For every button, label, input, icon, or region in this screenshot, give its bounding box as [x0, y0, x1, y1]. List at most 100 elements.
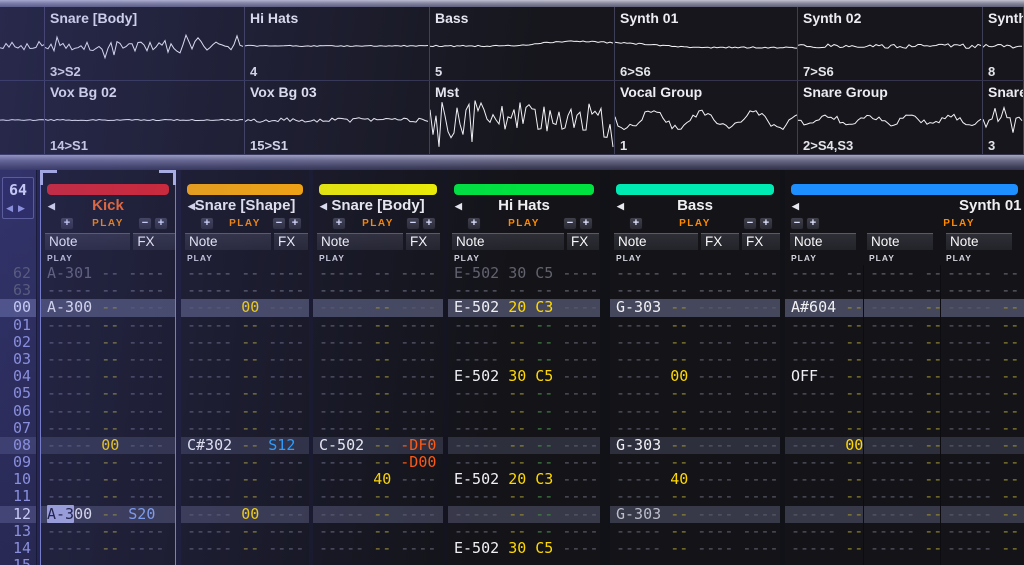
- pattern-row-10[interactable]: E-502 20 C3 ----: [448, 471, 600, 488]
- pattern-nav-right-icon[interactable]: ▶: [18, 203, 30, 213]
- note-column-header[interactable]: Note: [45, 233, 130, 250]
- pattern-row-62[interactable]: ----- --: [941, 265, 1024, 282]
- plus-column-button[interactable]: +: [422, 217, 436, 230]
- note-column-header[interactable]: Note: [317, 233, 403, 250]
- track-title[interactable]: Snare [Shape]: [195, 197, 296, 214]
- collapse-track-icon[interactable]: ◀: [188, 201, 195, 212]
- track-title[interactable]: Snare [Body]: [331, 197, 424, 214]
- pattern-row-13[interactable]: ----- --: [785, 523, 863, 540]
- pattern-row-08[interactable]: C#302 -- S12: [181, 437, 309, 454]
- pattern-row-05[interactable]: ----- -- -- ----: [448, 385, 600, 402]
- pattern-row-05[interactable]: ----- -- ----: [181, 385, 309, 402]
- pattern-row-03[interactable]: ----- --: [941, 351, 1024, 368]
- minus-column-button[interactable]: −: [272, 217, 286, 230]
- pattern-row-09[interactable]: ----- --: [941, 454, 1024, 471]
- pattern-row-63[interactable]: ----- -- ----: [313, 282, 443, 299]
- scope-panel-partial-0-0[interactable]: [0, 7, 45, 80]
- pattern-row-14[interactable]: ----- --: [864, 540, 940, 557]
- track-play-button[interactable]: PLAY: [362, 218, 394, 229]
- pattern-row-09[interactable]: ----- -- ---- ----: [610, 454, 780, 471]
- pattern-row-04[interactable]: E-502 30 C5 ----: [448, 368, 600, 385]
- pattern-row-09[interactable]: ----- --: [785, 454, 863, 471]
- pattern-row-11[interactable]: ----- -- ----: [313, 488, 443, 505]
- pattern-row-12[interactable]: ----- --: [941, 506, 1024, 523]
- pattern-row-14[interactable]: E-502 30 C5 ----: [448, 540, 600, 557]
- pattern-row-15[interactable]: ----- -- -- ----: [448, 557, 600, 565]
- pattern-row-00[interactable]: A#604 --: [785, 299, 863, 316]
- line-number-02[interactable]: 02: [0, 334, 36, 351]
- pattern-row-08[interactable]: ----- --: [864, 437, 940, 454]
- pattern-row-15[interactable]: ----- -- ---- ----: [610, 557, 780, 565]
- pattern-row-03[interactable]: ----- -- -- ----: [448, 351, 600, 368]
- pattern-row-03[interactable]: ----- -- ----: [181, 351, 309, 368]
- line-number-00[interactable]: 00: [0, 299, 36, 316]
- pattern-nav-left-icon[interactable]: ◀: [6, 203, 18, 213]
- pattern-row-05[interactable]: ----- --: [785, 385, 863, 402]
- pattern-row-62[interactable]: ----- --: [864, 265, 940, 282]
- pattern-row-63[interactable]: ----- -- ----: [181, 282, 309, 299]
- plus-column-button[interactable]: +: [200, 217, 214, 230]
- pattern-row-14[interactable]: ----- -- ----: [41, 540, 175, 557]
- pattern-row-14[interactable]: ----- -- ---- ----: [610, 540, 780, 557]
- pattern-row-03[interactable]: ----- -- ---- ----: [610, 351, 780, 368]
- line-number-05[interactable]: 05: [0, 385, 36, 402]
- pattern-length-box[interactable]: 64 ◀▶: [2, 177, 34, 219]
- line-number-10[interactable]: 10: [0, 471, 36, 488]
- scope-panel-bass[interactable]: Bass5: [430, 7, 615, 80]
- pattern-row-15[interactable]: ----- --: [785, 557, 863, 565]
- pattern-row-07[interactable]: ----- --: [941, 420, 1024, 437]
- pattern-row-11[interactable]: ----- --: [864, 488, 940, 505]
- fx-column-header[interactable]: FX: [701, 233, 739, 250]
- scope-panel-synth[interactable]: Synth8: [983, 7, 1024, 80]
- scope-panel-snare-group[interactable]: Snare Group2>S4,S3: [798, 81, 983, 154]
- pattern-row-13[interactable]: ----- -- ----: [41, 523, 175, 540]
- pattern-row-10[interactable]: ----- -- ----: [181, 471, 309, 488]
- pattern-row-08[interactable]: ----- 00 ----: [41, 437, 175, 454]
- line-number-63[interactable]: 63: [0, 282, 36, 299]
- scope-panel-mst[interactable]: Mst: [430, 81, 615, 154]
- pattern-row-01[interactable]: ----- -- ----: [181, 317, 309, 334]
- pattern-row-02[interactable]: ----- -- -- ----: [448, 334, 600, 351]
- pattern-row-05[interactable]: ----- --: [864, 385, 940, 402]
- line-number-04[interactable]: 04: [0, 368, 36, 385]
- pattern-row-63[interactable]: ----- --: [785, 282, 863, 299]
- track-play-button[interactable]: PLAY: [508, 218, 540, 229]
- pattern-row-13[interactable]: ----- -- -- ----: [448, 523, 600, 540]
- pattern-row-11[interactable]: ----- -- ---- ----: [610, 488, 780, 505]
- pattern-row-63[interactable]: ----- -- -- ----: [448, 282, 600, 299]
- pattern-row-12[interactable]: ----- -- ----: [313, 506, 443, 523]
- track-color-bar[interactable]: [319, 184, 437, 195]
- pattern-row-13[interactable]: ----- --: [941, 523, 1024, 540]
- pattern-row-12[interactable]: ----- --: [864, 506, 940, 523]
- pattern-row-01[interactable]: ----- --: [864, 317, 940, 334]
- pattern-row-08[interactable]: C-502 -- -DF0: [313, 437, 443, 454]
- plus-column-button[interactable]: +: [579, 217, 593, 230]
- pattern-row-07[interactable]: ----- -- ----: [41, 420, 175, 437]
- plus-column-button[interactable]: +: [60, 217, 74, 230]
- pattern-row-01[interactable]: ----- -- -- ----: [448, 317, 600, 334]
- pattern-row-09[interactable]: ----- -- ----: [41, 454, 175, 471]
- line-number-09[interactable]: 09: [0, 454, 36, 471]
- pattern-row-00[interactable]: E-502 20 C3 ----: [448, 299, 600, 316]
- pattern-row-00[interactable]: ----- --: [941, 299, 1024, 316]
- pattern-row-12[interactable]: G-303 -- ---- ----: [610, 506, 780, 523]
- scope-panel-synth-02[interactable]: Synth 027>S6: [798, 7, 983, 80]
- pattern-row-12[interactable]: ----- -- -- ----: [448, 506, 600, 523]
- pattern-row-02[interactable]: ----- -- ----: [313, 334, 443, 351]
- pattern-row-62[interactable]: ----- -- ----: [313, 265, 443, 282]
- pattern-row-00[interactable]: ----- 00 ----: [181, 299, 309, 316]
- scope-panel-snare-body[interactable]: Snare [Body]3>S2: [45, 7, 245, 80]
- pattern-row-08[interactable]: ----- -- -- ----: [448, 437, 600, 454]
- collapse-track-icon[interactable]: ◀: [792, 201, 799, 212]
- pattern-row-06[interactable]: ----- -- -- ----: [448, 403, 600, 420]
- note-column-header[interactable]: Note: [790, 233, 856, 250]
- track-play-button[interactable]: PLAY: [943, 218, 975, 229]
- fx-column-header[interactable]: FX: [742, 233, 780, 250]
- pattern-row-12[interactable]: ----- 00 ----: [181, 506, 309, 523]
- pattern-row-09[interactable]: ----- -- ----: [181, 454, 309, 471]
- scope-panel-vox-bg-02[interactable]: Vox Bg 0214>S1: [45, 81, 245, 154]
- pattern-row-62[interactable]: E-502 30 C5 ----: [448, 265, 600, 282]
- pattern-row-00[interactable]: ----- --: [864, 299, 940, 316]
- pattern-row-07[interactable]: ----- -- -- ----: [448, 420, 600, 437]
- line-number-06[interactable]: 06: [0, 403, 36, 420]
